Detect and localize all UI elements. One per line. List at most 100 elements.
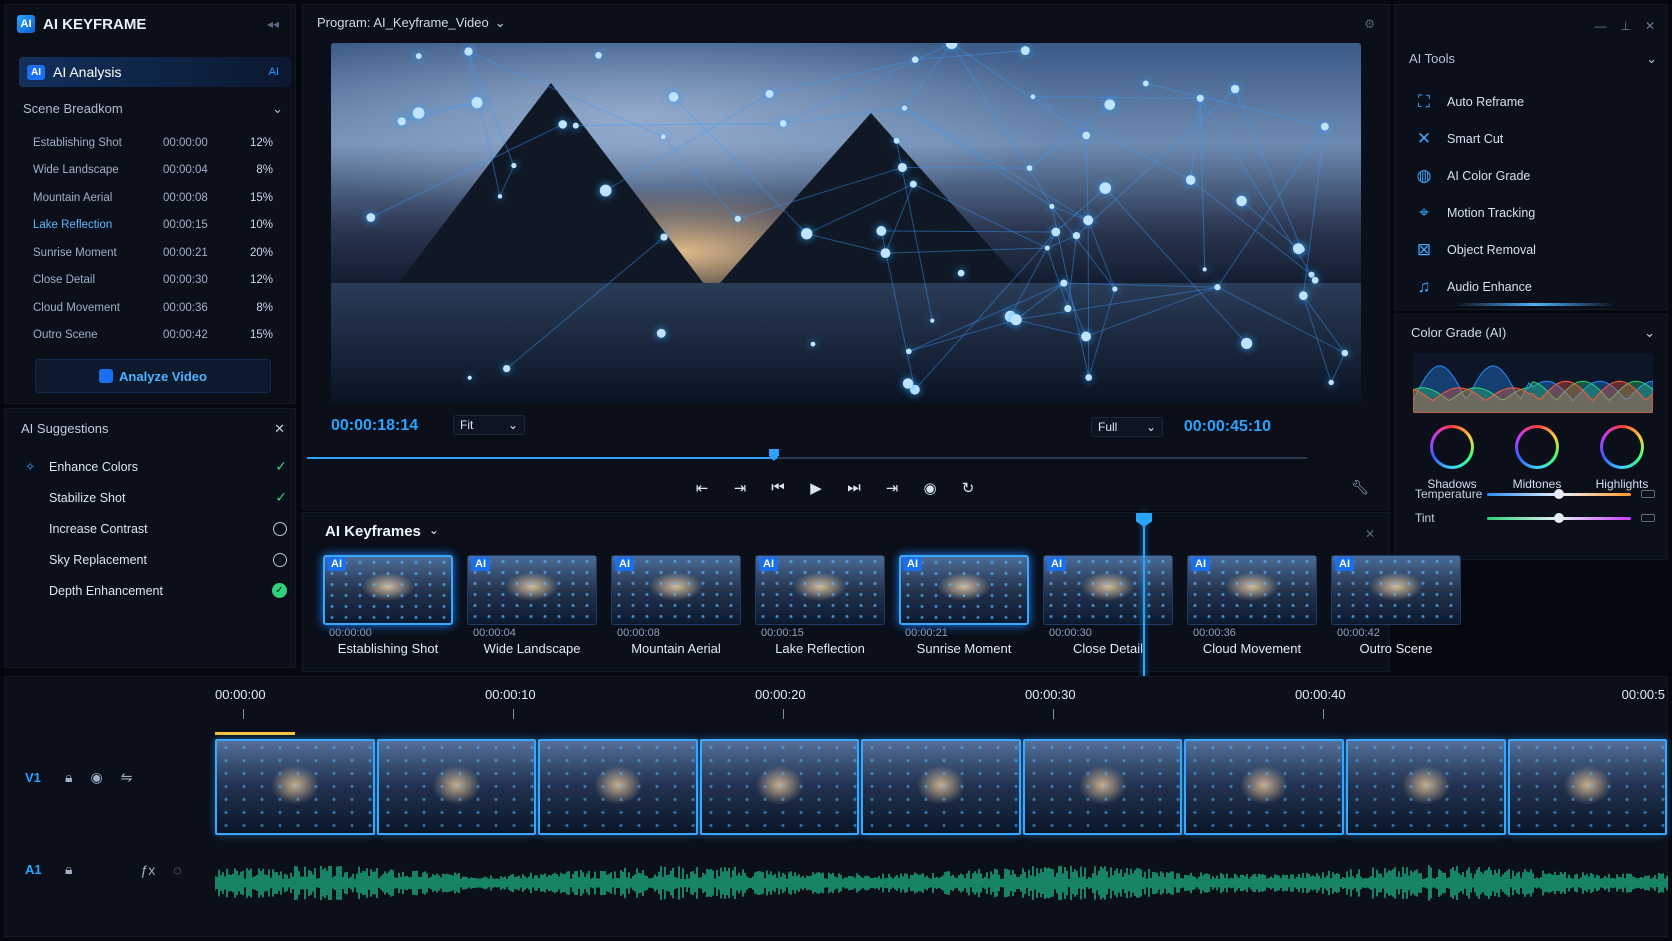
scene-row[interactable]: Establishing Shot 00:00:00 12% [33, 129, 273, 157]
video-clip[interactable] [1184, 739, 1344, 835]
mute-icon[interactable]: ◌ [173, 862, 181, 878]
video-clip[interactable] [215, 739, 375, 835]
chevron-down-icon[interactable]: ⌄ [1644, 325, 1655, 341]
scene-row[interactable]: Mountain Aerial 00:00:08 15% [33, 184, 273, 212]
go-to-end-icon[interactable]: ⇥ [883, 479, 901, 497]
empty-circle-icon[interactable] [273, 552, 287, 567]
scene-row[interactable]: Sunrise Moment 00:00:21 20% [33, 239, 273, 267]
ai-keyframes-header[interactable]: AI Keyframes ⌄ [325, 523, 439, 540]
program-title[interactable]: Program: AI_Keyframe_Video ⌄ [317, 15, 506, 31]
keyframe-card[interactable]: AI 00:00:21 Sunrise Moment [899, 555, 1029, 656]
mark-in-icon[interactable]: ⇤ [693, 479, 711, 497]
ai-tools-header[interactable]: AI Tools ⌄ [1409, 51, 1657, 67]
video-viewer[interactable] [331, 43, 1361, 403]
color-wheel[interactable]: Shadows [1417, 425, 1487, 491]
tint-slider-knob[interactable] [1554, 512, 1564, 523]
video-clip[interactable] [1345, 739, 1506, 835]
temperature-slider[interactable] [1487, 488, 1631, 499]
keyframe-card[interactable]: AI 00:00:42 Outro Scene [1331, 555, 1461, 656]
ai-tool-item[interactable]: ⛶ Auto Reframe [1413, 83, 1653, 120]
scroll-indicator[interactable] [1455, 303, 1615, 306]
ai-tool-item[interactable]: ⌖ Motion Tracking [1413, 194, 1653, 231]
video-clip[interactable] [861, 739, 1021, 835]
sync-icon[interactable]: ⇋ [121, 769, 133, 786]
color-wheel[interactable]: Highlights [1587, 425, 1657, 491]
keyframe-card[interactable]: AI 00:00:36 Cloud Movement [1187, 555, 1317, 656]
check-circle-icon[interactable]: ✓ [272, 583, 287, 598]
color-wheel-ring[interactable] [1600, 425, 1644, 469]
play-icon[interactable]: ▶ [807, 479, 825, 497]
video-clip[interactable] [699, 739, 860, 835]
chevron-down-icon[interactable]: ⌄ [1646, 51, 1657, 67]
a1-track-label[interactable]: A1 [25, 862, 47, 877]
audio-track-a1[interactable] [214, 853, 1669, 913]
timeline-ruler[interactable]: 00:00:00 00:00:10 00:00:20 00:00:30 00:00:40… [215, 687, 1665, 727]
temperature-slider-knob[interactable] [1554, 488, 1564, 499]
fx-icon[interactable]: ƒx [140, 862, 155, 878]
scene-row[interactable]: Wide Landscape 00:00:04 8% [33, 157, 273, 185]
scrubber-playhead[interactable] [769, 449, 779, 461]
suggestion-item[interactable]: Stabilize Shot ✓ [25, 482, 287, 513]
lock-icon[interactable]: 🔒︎ [65, 861, 72, 878]
mark-out-icon[interactable]: ⇥ [731, 479, 749, 497]
monitor-scrubber[interactable] [307, 449, 1307, 465]
ai-tool-item[interactable]: ◍ AI Color Grade [1413, 157, 1653, 194]
lock-icon[interactable]: 🔒︎ [65, 769, 72, 786]
close-icon[interactable]: ✕ [274, 421, 285, 437]
keyframe-card[interactable]: AI 00:00:08 Mountain Aerial [611, 555, 741, 656]
chevron-down-icon[interactable]: ⌄ [429, 523, 439, 540]
step-back-icon[interactable]: ⏮ [769, 479, 787, 497]
scene-row[interactable]: Close Detail 00:00:30 12% [33, 267, 273, 295]
reset-icon[interactable] [1641, 514, 1655, 522]
scene-row[interactable]: Lake Reflection 00:00:15 10% [33, 212, 273, 240]
check-icon[interactable]: ✓ [275, 489, 287, 506]
ai-tool-item[interactable]: ✕ Smart Cut [1413, 120, 1653, 157]
check-icon[interactable]: ✓ [275, 458, 287, 475]
chevron-down-icon[interactable]: ⌄ [272, 101, 283, 117]
fit-select[interactable]: Fit ⌄ [453, 415, 525, 435]
keyframe-playhead[interactable] [1143, 513, 1145, 681]
quality-select[interactable]: Full ⌄ [1091, 417, 1163, 437]
close-icon[interactable]: ✕ [1645, 19, 1655, 33]
pin-icon[interactable]: ⊥ [1620, 19, 1630, 33]
reset-icon[interactable] [1641, 490, 1655, 498]
keyframe-card[interactable]: AI 00:00:30 Close Detail [1043, 555, 1173, 656]
loop-icon[interactable]: ↻ [959, 479, 977, 497]
video-clip[interactable] [1022, 739, 1183, 835]
color-grade-header[interactable]: Color Grade (AI) ⌄ [1411, 325, 1655, 341]
video-clip[interactable] [1507, 739, 1668, 835]
tab-ai-analysis[interactable]: AI AI Analysis AI [19, 57, 291, 87]
suggestion-item[interactable]: ✧ Enhance Colors ✓ [25, 451, 287, 482]
video-clip[interactable] [538, 739, 698, 835]
video-clip[interactable] [376, 739, 537, 835]
eye-icon[interactable]: ◉ [90, 769, 102, 786]
ai-tool-item[interactable]: ♫ Audio Enhance [1413, 268, 1653, 305]
timeline-playhead-range[interactable] [215, 732, 295, 735]
close-icon[interactable]: ✕ [1365, 527, 1375, 541]
scene-breakdown-header[interactable]: Scene Breadkom ⌄ [23, 101, 283, 117]
current-timecode[interactable]: 00:00:18:14 [331, 417, 418, 435]
wrench-icon[interactable]: 🔧︎ [1351, 479, 1369, 496]
suggestion-item[interactable]: Increase Contrast [25, 513, 287, 544]
step-forward-icon[interactable]: ⏭ [845, 479, 863, 497]
settings-icon[interactable]: ⚙ [1364, 17, 1375, 31]
keyframe-card[interactable]: AI 00:00:04 Wide Landscape [467, 555, 597, 656]
keyframe-card[interactable]: AI 00:00:00 Establishing Shot [323, 555, 453, 656]
chevron-down-icon[interactable]: ⌄ [495, 15, 506, 31]
v1-track-label[interactable]: V1 [25, 770, 47, 785]
minimize-icon[interactable]: — [1594, 19, 1606, 33]
empty-circle-icon[interactable] [273, 521, 287, 536]
analyze-video-button[interactable]: Analyze Video [35, 359, 271, 393]
ai-tool-item[interactable]: ⊠ Object Removal [1413, 231, 1653, 268]
scene-row[interactable]: Outro Scene 00:00:42 15% [33, 322, 273, 350]
video-track-v1[interactable] [215, 739, 1669, 839]
collapse-icon[interactable]: ◂◂ [267, 17, 279, 31]
color-wheel[interactable]: Midtones [1502, 425, 1572, 491]
scene-row[interactable]: Cloud Movement 00:00:36 8% [33, 294, 273, 322]
keyframe-card[interactable]: AI 00:00:15 Lake Reflection [755, 555, 885, 656]
color-wheel-ring[interactable] [1430, 425, 1474, 469]
tint-slider[interactable] [1487, 512, 1631, 523]
color-wheel-ring[interactable] [1515, 425, 1559, 469]
camera-icon[interactable]: ◉ [921, 479, 939, 497]
suggestion-item[interactable]: Depth Enhancement ✓ [25, 575, 287, 606]
